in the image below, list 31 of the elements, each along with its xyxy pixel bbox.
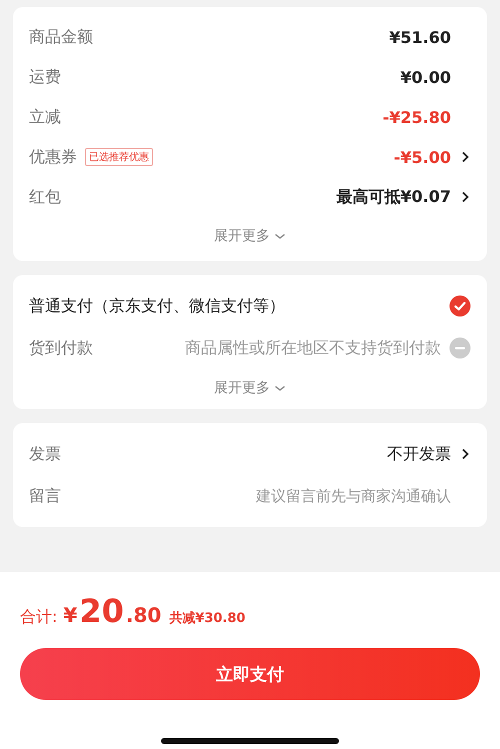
row-value: 最高可抵¥0.07 bbox=[336, 186, 451, 208]
total-integer: 20 bbox=[79, 592, 124, 630]
caret-icon bbox=[274, 232, 286, 240]
coupon-tag: 已选推荐优惠 bbox=[85, 148, 153, 166]
expand-more-link[interactable]: 展开更多 bbox=[214, 379, 270, 397]
total-decimal: .80 bbox=[126, 603, 162, 627]
caret-icon bbox=[274, 384, 286, 392]
option-note: 商品属性或所在地区不支持货到付款 bbox=[185, 338, 441, 358]
payment-option[interactable]: 普通支付（京东支付、微信支付等） bbox=[29, 296, 285, 316]
chevron-icon bbox=[461, 191, 469, 203]
row-value: ¥51.60 bbox=[389, 28, 451, 46]
invoice-value[interactable]: 不开发票 bbox=[387, 444, 451, 464]
total-label: 合计: bbox=[20, 607, 58, 628]
pay-button[interactable]: 立即支付 bbox=[20, 648, 480, 700]
row-label: 红包 bbox=[29, 186, 61, 208]
row-label: 优惠券 bbox=[29, 146, 77, 168]
chevron-icon bbox=[461, 151, 469, 163]
saving-amount: 共减¥30.80 bbox=[169, 610, 246, 627]
row-label: 立减 bbox=[29, 106, 61, 128]
expand-more-link[interactable]: 展开更多 bbox=[214, 227, 270, 245]
row-label: 发票 bbox=[29, 444, 61, 464]
check-icon[interactable] bbox=[449, 295, 471, 317]
row-label: 留言 bbox=[29, 486, 61, 506]
row-label: 运费 bbox=[29, 66, 61, 88]
currency-sign: ¥ bbox=[63, 603, 78, 627]
row-value: -¥5.00 bbox=[394, 148, 451, 166]
row-value: ¥0.00 bbox=[400, 68, 451, 86]
message-field[interactable]: 建议留言前先与商家沟通确认 bbox=[69, 487, 451, 505]
row-label: 商品金额 bbox=[29, 26, 93, 48]
row-value: -¥25.80 bbox=[382, 108, 451, 126]
chevron-icon bbox=[461, 448, 469, 460]
